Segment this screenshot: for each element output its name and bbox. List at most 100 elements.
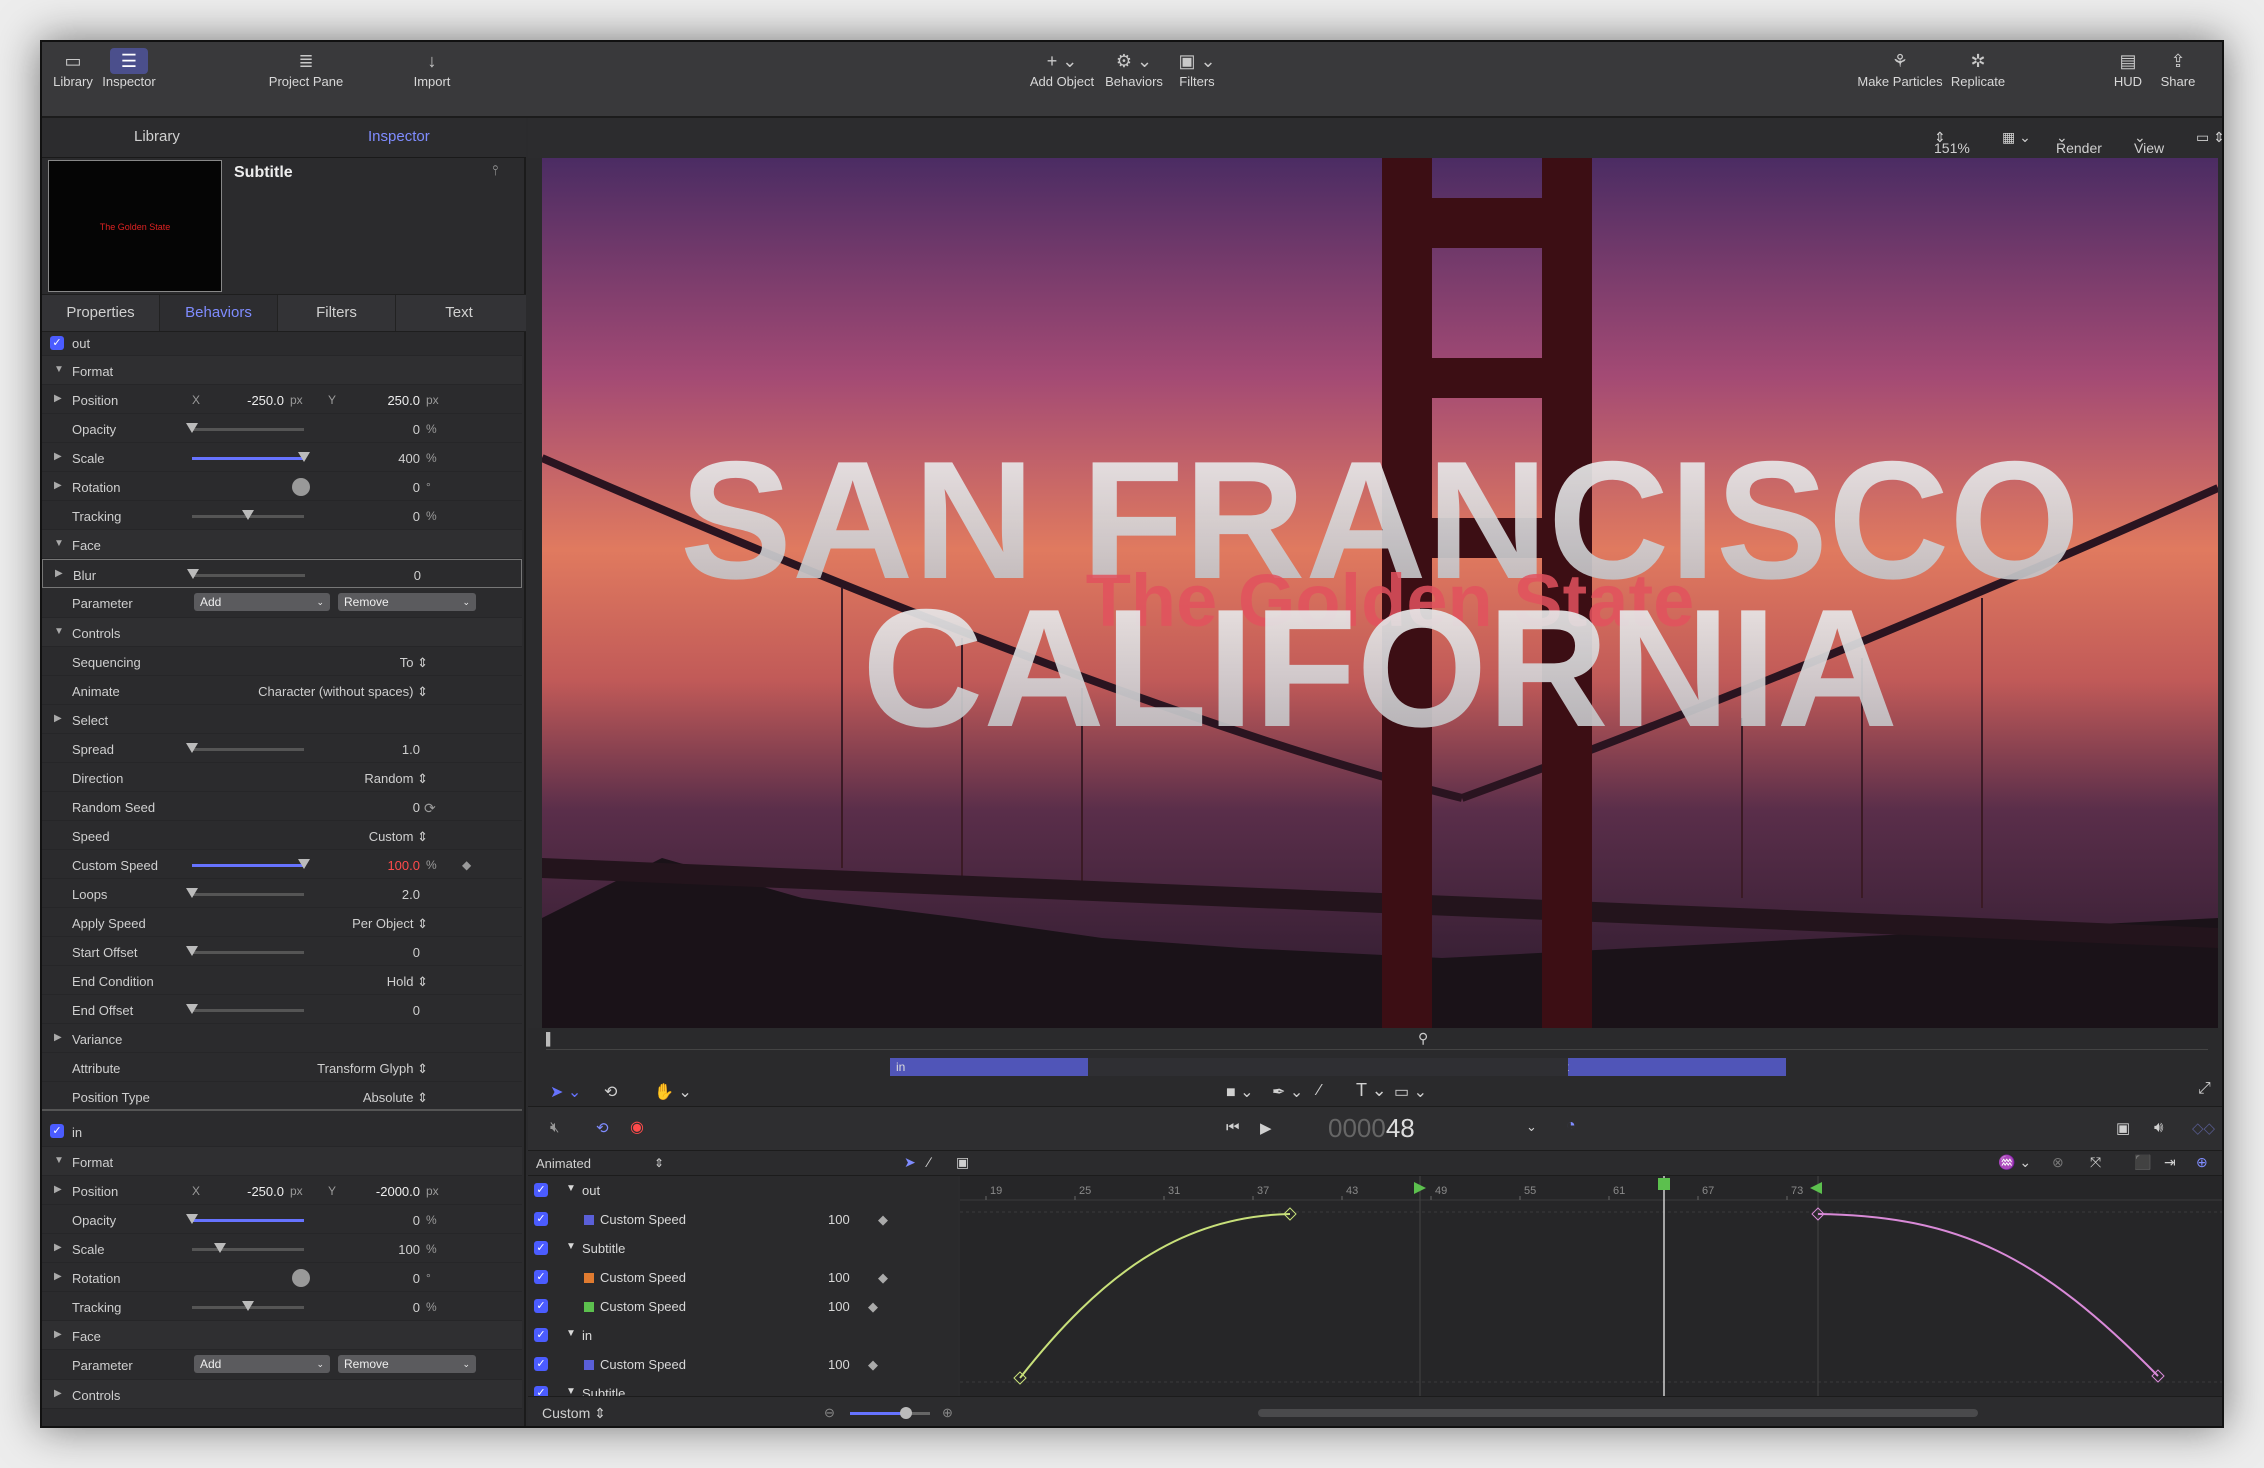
curve-row[interactable]: ✓ Custom Speed 100 ◆	[528, 1292, 958, 1321]
horizontal-scrollbar[interactable]	[1258, 1409, 1978, 1417]
time-icon[interactable]: ◔	[1566, 1117, 1576, 1135]
section-face[interactable]: ▼ Face	[42, 530, 522, 559]
end-condition-popup[interactable]: Hold ⇕	[242, 974, 428, 990]
position-y-field[interactable]: 250.0	[342, 393, 420, 408]
out-point-marker[interactable]: ▐	[2218, 1032, 2222, 1046]
position-x-field[interactable]: -250.0	[202, 393, 284, 408]
refresh-icon[interactable]: ⟳	[424, 800, 436, 817]
curve-row[interactable]: ✓ Custom Speed 100 ◆	[528, 1263, 958, 1292]
timecode-display[interactable]: 000048	[1328, 1113, 1415, 1144]
transform-tool-icon[interactable]: ⟲	[604, 1082, 617, 1102]
section-face[interactable]: ▶ Face	[42, 1321, 522, 1350]
record-icon[interactable]: ◉	[630, 1117, 644, 1137]
tab-behaviors[interactable]: Behaviors	[160, 295, 278, 331]
fullscreen-icon[interactable]: ⤢	[2198, 1080, 2211, 1098]
layout-icon[interactable]: ▭ ⇕	[2196, 129, 2222, 146]
subtitle-bar[interactable]	[1088, 1058, 1568, 1076]
rotation-dial[interactable]	[292, 478, 310, 496]
curve-row-group[interactable]: ✓ ▼ out	[528, 1176, 958, 1205]
tab-text[interactable]: Text	[396, 295, 522, 331]
behaviors-button[interactable]: ⚙ ⌄ Behaviors	[1102, 48, 1166, 89]
replicate-button[interactable]: ✲ Replicate	[1948, 48, 2008, 89]
library-tab[interactable]: Library	[134, 128, 180, 145]
parameter-remove-popup[interactable]: Remove ⌄	[338, 1355, 476, 1373]
keyframes-icon[interactable]: ◇◇	[2192, 1119, 2215, 1137]
section-format[interactable]: ▼ Format	[42, 1147, 522, 1176]
tab-filters[interactable]: Filters	[278, 295, 396, 331]
behavior-header-out[interactable]: ✓ out	[42, 332, 522, 356]
import-button[interactable]: ↓ Import	[402, 48, 462, 89]
disclosure-right-icon[interactable]: ▶	[54, 393, 62, 404]
play-icon[interactable]: ▶	[1260, 1119, 1272, 1137]
keyframe-icon[interactable]: ◆	[868, 1357, 878, 1373]
speed-popup[interactable]: Custom ⇕	[242, 829, 428, 845]
hud-button[interactable]: ▤ HUD	[2108, 48, 2148, 89]
canvas-viewer[interactable]: SAN FRANCISCO The Golden State CALIFORNI…	[542, 158, 2218, 1028]
snap-icon[interactable]: ⇥	[2164, 1154, 2176, 1171]
mini-timeline-ruler[interactable]	[546, 1038, 2208, 1050]
zoom-icon[interactable]: ⊕	[2196, 1154, 2208, 1171]
shape-tool-icon[interactable]: ■ ⌄	[1226, 1082, 1254, 1102]
position-y-field[interactable]: -2000.0	[340, 1184, 420, 1199]
out-bar[interactable]: out	[1546, 1058, 1786, 1076]
add-object-button[interactable]: + ⌄ Add Object	[1026, 48, 1098, 89]
render-popup[interactable]: Render ⌄	[2056, 129, 2102, 156]
curve-out-speed[interactable]	[1817, 1213, 2159, 1377]
text-tool-icon[interactable]: T ⌄	[1356, 1080, 1387, 1101]
keyframe-icon[interactable]: ◆	[868, 1299, 878, 1315]
blur-slider[interactable]	[187, 569, 305, 579]
make-particles-button[interactable]: ⚘ Make Particles	[1854, 48, 1946, 89]
zoom-out-icon[interactable]: ⊖	[824, 1405, 835, 1421]
zoom-in-icon[interactable]: ⊕	[942, 1405, 953, 1421]
view-popup[interactable]: View ⌄	[2134, 129, 2164, 156]
apply-speed-popup[interactable]: Per Object ⇕	[242, 916, 428, 932]
spread-slider[interactable]	[186, 743, 304, 753]
filters-button[interactable]: ▣ ⌄ Filters	[1172, 48, 1222, 89]
audio-icon[interactable]: 🔊︎	[2154, 1119, 2163, 1136]
curve-row-group[interactable]: ✓ ▼ in	[528, 1321, 958, 1350]
keyframe-icon[interactable]: ◆	[462, 858, 471, 872]
library-button[interactable]: ▭ Library	[50, 48, 96, 89]
position-x-field[interactable]: -250.0	[202, 1184, 284, 1199]
section-controls[interactable]: ▶ Controls	[42, 1380, 522, 1409]
tab-properties[interactable]: Properties	[42, 295, 160, 331]
parameter-add-popup[interactable]: Add ⌄	[194, 593, 330, 611]
project-pane-button[interactable]: ≣ Project Pane	[266, 48, 346, 89]
loop-icon[interactable]: ⟲	[596, 1119, 609, 1137]
clear-icon[interactable]: ⊗	[2052, 1154, 2064, 1171]
timeline-icon[interactable]: ▣	[2116, 1119, 2130, 1137]
mute-icon[interactable]: 🔇︎	[550, 1119, 559, 1136]
keyframe-icon[interactable]: ◆	[878, 1270, 888, 1286]
curve-in-speed[interactable]	[1019, 1213, 1291, 1379]
animate-popup[interactable]: Character (without spaces) ⇕	[202, 684, 428, 700]
curve-row-group[interactable]: ✓ ▼ Subtitle	[528, 1379, 958, 1396]
scale-slider[interactable]	[192, 1243, 304, 1253]
scale-slider[interactable]	[192, 452, 310, 462]
in-point-marker[interactable]: ▌	[546, 1032, 555, 1046]
tracking-slider[interactable]	[192, 1301, 304, 1311]
behavior-header-in[interactable]: ✓ in	[42, 1117, 522, 1147]
position-type-popup[interactable]: Absolute ⇕	[242, 1090, 428, 1106]
range-end-marker[interactable]	[1810, 1182, 1822, 1194]
attribute-popup[interactable]: Transform Glyph ⇕	[222, 1061, 428, 1077]
loops-slider[interactable]	[186, 888, 304, 898]
parameter-add-popup[interactable]: Add ⌄	[194, 1355, 330, 1373]
rotation-dial[interactable]	[292, 1269, 310, 1287]
fit-icon[interactable]: ⤧	[2090, 1154, 2101, 1171]
zoom-slider[interactable]	[850, 1407, 930, 1419]
sequencing-popup[interactable]: To ⇕	[242, 655, 428, 671]
go-to-start-icon[interactable]: ⏮	[1226, 1119, 1240, 1136]
curve-row-group[interactable]: ✓ ▼ Subtitle	[528, 1234, 958, 1263]
inspector-button[interactable]: ☰ Inspector	[98, 48, 160, 89]
enable-checkbox[interactable]: ✓	[50, 336, 64, 350]
keyframe-icon[interactable]: ◆	[878, 1212, 888, 1228]
timecode-menu-icon[interactable]: ⌄	[1526, 1119, 1537, 1135]
box-tool-icon[interactable]: ▣	[956, 1154, 969, 1171]
section-format[interactable]: ▼ Format	[42, 356, 522, 385]
start-offset-slider[interactable]	[186, 946, 304, 956]
custom-speed-slider[interactable]	[192, 859, 310, 869]
playhead-handle[interactable]	[1658, 1178, 1670, 1190]
pin-icon[interactable]: ⫯	[492, 162, 498, 179]
waveform-icon[interactable]: ♒ ⌄	[1998, 1154, 2031, 1171]
curve-row[interactable]: ✓ Custom Speed 100 ◆	[528, 1205, 958, 1234]
